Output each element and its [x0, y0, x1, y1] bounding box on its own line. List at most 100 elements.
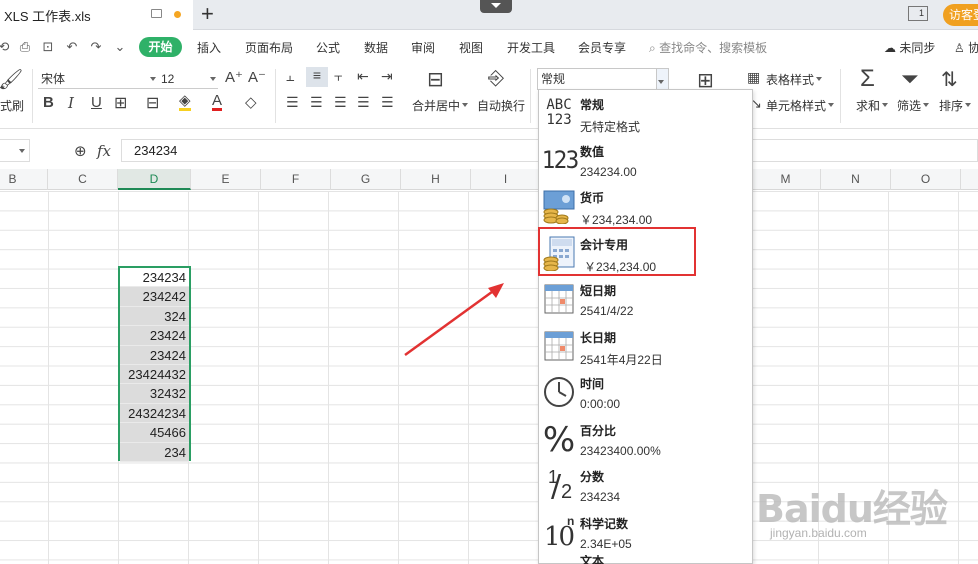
align-right-icon[interactable]: ☰	[334, 94, 347, 111]
clear-format-icon[interactable]: ◇	[245, 93, 257, 111]
column-header-f[interactable]: F	[261, 169, 331, 190]
insert-function-button[interactable]: fx	[97, 142, 111, 160]
quick-access-dropdown-icon[interactable]: ⌄	[112, 39, 128, 55]
zoom-function-icon[interactable]: ⊕	[74, 142, 87, 160]
decrease-indent-icon[interactable]: ⇤	[357, 68, 369, 85]
justify-icon[interactable]: ☰	[357, 94, 370, 111]
tab-member[interactable]: 会员专享	[578, 39, 626, 56]
format-option-percent[interactable]: % 百分比 23423400.00%	[539, 416, 752, 463]
border-icon[interactable]: ⊞	[114, 93, 127, 113]
column-header-b[interactable]: B	[0, 169, 48, 190]
share-icon[interactable]: ⟲	[0, 39, 12, 55]
collaborate-button[interactable]: ♙ 协	[954, 39, 978, 56]
cell-d-6[interactable]: 23424432	[120, 364, 189, 385]
align-center-icon[interactable]: ☰	[310, 94, 323, 111]
italic-icon[interactable]: I	[68, 94, 74, 112]
formula-bar: ⊕ fx 234234	[0, 139, 978, 163]
format-option-currency[interactable]: 货币 ￥234,234.00	[539, 183, 752, 230]
redo-icon[interactable]: ↷	[88, 39, 104, 55]
document-tab[interactable]: XLS 工作表.xls	[0, 0, 193, 30]
cell-d-7[interactable]: 32432	[120, 384, 189, 404]
tab-data[interactable]: 数据	[364, 39, 388, 56]
wrap-text-label[interactable]: 自动换行	[477, 97, 525, 114]
tab-page-layout[interactable]: 页面布局	[245, 39, 293, 56]
sum-icon[interactable]: Σ	[860, 65, 875, 93]
merge-center-icon[interactable]: ⊟	[427, 67, 444, 92]
cell-d-10[interactable]: 234	[120, 442, 189, 462]
print-icon[interactable]: ⎙	[17, 39, 33, 55]
underline-icon[interactable]: U	[91, 94, 102, 111]
tab-insert[interactable]: 插入	[197, 39, 221, 56]
screen-icon[interactable]	[151, 9, 162, 18]
align-left-icon[interactable]: ☰	[286, 94, 299, 111]
sum-button[interactable]: 求和	[856, 97, 889, 114]
table-style-button[interactable]: 表格样式	[766, 71, 823, 88]
fill-color-icon[interactable]: ◈	[179, 93, 191, 111]
sync-status[interactable]: ☁ 未同步	[884, 39, 935, 56]
distributed-icon[interactable]: ☰	[381, 94, 394, 111]
format-option-number[interactable]: 123 数值 234234.00	[539, 137, 752, 184]
font-name-select[interactable]: 宋体	[38, 69, 160, 89]
format-painter-label[interactable]: 式刷	[0, 97, 24, 114]
column-header-i[interactable]: I	[471, 169, 541, 190]
sort-icon[interactable]: ⇅	[941, 67, 958, 92]
cell-d-4[interactable]: 23424	[120, 326, 189, 346]
column-header-h[interactable]: H	[401, 169, 471, 190]
column-header-g[interactable]: G	[331, 169, 401, 190]
column-header-d[interactable]: D	[118, 169, 191, 190]
column-header-e[interactable]: E	[191, 169, 261, 190]
format-option-accounting[interactable]: 会计专用 ￥234,234.00	[539, 230, 752, 277]
bold-icon[interactable]: B	[43, 94, 54, 111]
collapse-ribbon-toggle[interactable]	[480, 0, 512, 13]
cell-d-5[interactable]: 23424	[120, 345, 189, 365]
print-preview-icon[interactable]: ⊡	[40, 39, 56, 55]
decrease-font-icon[interactable]: A⁻	[248, 68, 266, 86]
format-option-time[interactable]: 时间 0:00:00	[539, 369, 752, 416]
tab-review[interactable]: 审阅	[411, 39, 435, 56]
selected-range-d[interactable]: 234234 234242 324 23424 23424 23424432 3…	[118, 266, 191, 462]
cell-fill-style-icon[interactable]: ⊟	[146, 93, 159, 113]
filter-button[interactable]: 筛选	[897, 97, 930, 114]
undo-icon[interactable]: ↶	[64, 39, 80, 55]
number-format-dropdown-button[interactable]	[656, 69, 668, 89]
column-header-o[interactable]: O	[891, 169, 961, 190]
increase-font-icon[interactable]: A⁺	[225, 68, 243, 86]
wrap-text-icon[interactable]: ⎆	[488, 67, 504, 90]
format-option-short-date[interactable]: 短日期 2541/4/22	[539, 276, 752, 323]
filter-icon[interactable]: ⏷	[901, 66, 919, 92]
align-top-icon[interactable]: ⫠	[286, 68, 294, 85]
cell-d-8[interactable]: 24324234	[120, 403, 189, 424]
align-middle-icon[interactable]: ≡	[306, 67, 328, 87]
visitor-login-button[interactable]: 访客登	[943, 4, 978, 26]
font-color-icon[interactable]: A	[212, 93, 223, 111]
cell-d-2[interactable]: 234242	[120, 287, 189, 307]
column-header-c[interactable]: C	[48, 169, 118, 190]
align-bottom-icon[interactable]: ⫟	[334, 68, 342, 85]
sort-button[interactable]: 排序	[939, 97, 972, 114]
cell-d-9[interactable]: 45466	[120, 423, 189, 443]
table-style-icon[interactable]: ▦	[747, 69, 760, 86]
font-size-select[interactable]: 12	[158, 69, 218, 89]
name-box[interactable]	[0, 139, 30, 162]
window-count-badge[interactable]: 1	[908, 6, 928, 21]
tab-developer[interactable]: 开发工具	[507, 39, 555, 56]
cell-d-3[interactable]: 324	[120, 306, 189, 327]
cell-style-button[interactable]: 单元格样式	[766, 97, 835, 114]
format-option-general[interactable]: ABC 123 常规 无特定格式	[539, 90, 752, 137]
tab-view[interactable]: 视图	[459, 39, 483, 56]
format-painter-icon[interactable]: 🖌	[0, 67, 23, 92]
column-header-n[interactable]: N	[821, 169, 891, 190]
increase-indent-icon[interactable]: ⇥	[381, 68, 393, 85]
number-format-select[interactable]: 常规	[537, 68, 669, 90]
tab-formulas[interactable]: 公式	[316, 39, 340, 56]
format-option-long-date[interactable]: 长日期 2541年4月22日	[539, 323, 752, 370]
column-header-m[interactable]: M	[751, 169, 821, 190]
cell-d-1[interactable]: 234234	[120, 268, 189, 288]
merge-center-button[interactable]: 合并居中	[412, 97, 469, 114]
format-option-fraction[interactable]: 1 / 2 分数 234234	[539, 462, 752, 509]
format-option-text[interactable]: 文本	[539, 555, 752, 564]
new-tab-button[interactable]: +	[201, 3, 214, 25]
format-option-scientific[interactable]: 10 n 科学记数 2.34E+05	[539, 509, 752, 556]
command-search[interactable]: ⌕ 查找命令、搜索模板	[649, 39, 767, 56]
tab-start[interactable]: 开始	[139, 37, 182, 57]
